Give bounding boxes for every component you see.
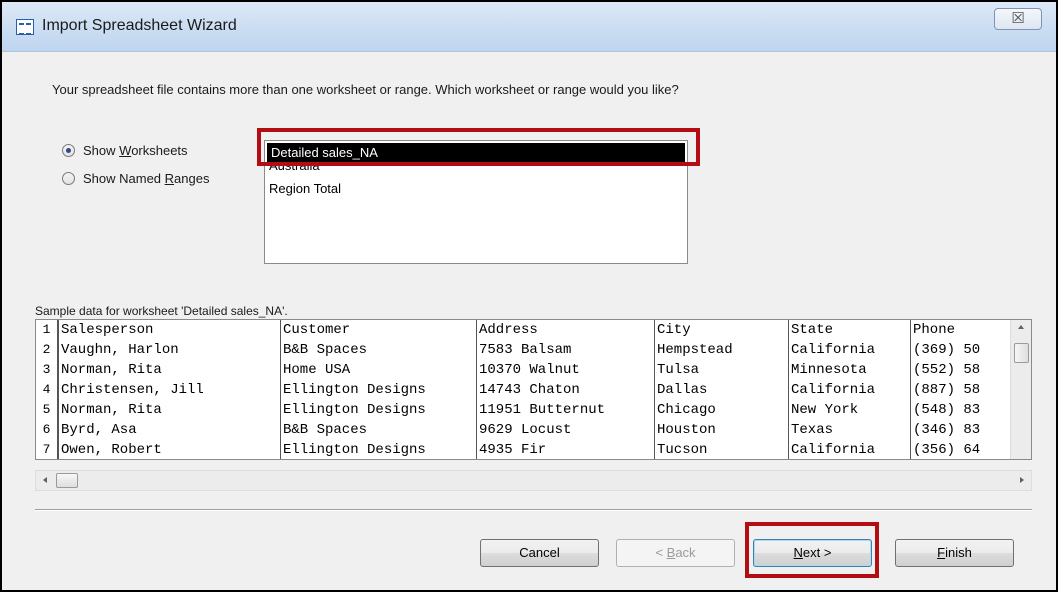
table-row: 6 Byrd, Asa B&B Spaces 9629 Locust Houst… (36, 420, 1011, 440)
table-row: 7 Owen, Robert Ellington Designs 4935 Fi… (36, 440, 1011, 459)
table-cell: Owen, Robert (58, 440, 280, 459)
table-cell: (548) 83 (910, 400, 1011, 420)
scroll-right-icon[interactable] (1020, 477, 1024, 483)
table-cell: (346) 83 (910, 420, 1011, 440)
show-worksheets-label: Show Worksheets (83, 142, 188, 158)
show-worksheets-radio[interactable]: Show Worksheets (62, 140, 188, 160)
table-cell: Phone (910, 320, 1011, 340)
window-title: Import Spreadsheet Wizard (42, 17, 237, 34)
divider (35, 509, 1032, 511)
table-cell: Byrd, Asa (58, 420, 280, 440)
close-button[interactable]: ☒ (994, 8, 1042, 30)
table-cell: Texas (788, 420, 910, 440)
table-cell: 9629 Locust (476, 420, 654, 440)
table-cell: 4935 Fir (476, 440, 654, 459)
horizontal-scrollbar[interactable] (35, 470, 1032, 491)
table-cell: 7583 Balsam (476, 340, 654, 360)
table-cell: Vaughn, Harlon (58, 340, 280, 360)
table-row: 2 Vaughn, Harlon B&B Spaces 7583 Balsam … (36, 340, 1011, 360)
table-cell: (369) 50 (910, 340, 1011, 360)
table-cell: 14743 Chaton (476, 380, 654, 400)
row-number: 7 (36, 440, 58, 459)
vertical-scrollbar[interactable] (1010, 320, 1031, 459)
table-cell: City (654, 320, 788, 340)
scroll-left-icon[interactable] (43, 477, 47, 483)
row-number: 3 (36, 360, 58, 380)
table-cell: Dallas (654, 380, 788, 400)
show-named-ranges-label: Show Named Ranges (83, 170, 210, 186)
table-cell: Norman, Rita (58, 400, 280, 420)
scroll-thumb[interactable] (56, 473, 78, 488)
table-cell: Hempstead (654, 340, 788, 360)
table-cell: Address (476, 320, 654, 340)
close-icon: ☒ (1011, 10, 1025, 27)
show-named-ranges-radio[interactable]: Show Named Ranges (62, 168, 209, 188)
table-cell: State (788, 320, 910, 340)
finish-button[interactable]: Finish (895, 539, 1014, 567)
table-cell: Chicago (654, 400, 788, 420)
wizard-window: Import Spreadsheet Wizard ☒ Your spreads… (0, 0, 1058, 592)
table-cell: New York (788, 400, 910, 420)
table-icon (16, 19, 34, 35)
table-cell: (356) 64 (910, 440, 1011, 459)
table-cell: California (788, 340, 910, 360)
row-number: 6 (36, 420, 58, 440)
worksheet-item[interactable]: Australia (269, 160, 320, 172)
scroll-up-icon[interactable] (1018, 325, 1024, 329)
table-cell: 11951 Butternut (476, 400, 654, 420)
table-cell: Salesperson (58, 320, 280, 340)
worksheet-list[interactable]: Detailed sales_NA Australia Region Total (264, 140, 688, 264)
table-cell: Home USA (280, 360, 476, 380)
table-cell: Minnesota (788, 360, 910, 380)
table-cell: B&B Spaces (280, 420, 476, 440)
row-number: 2 (36, 340, 58, 360)
row-number: 5 (36, 400, 58, 420)
table-cell: B&B Spaces (280, 340, 476, 360)
table-row: 5 Norman, Rita Ellington Designs 11951 B… (36, 400, 1011, 420)
table-cell: Ellington Designs (280, 400, 476, 420)
row-number: 4 (36, 380, 58, 400)
table-cell: Ellington Designs (280, 380, 476, 400)
table-cell: Christensen, Jill (58, 380, 280, 400)
table-cell: California (788, 440, 910, 459)
title-bar: Import Spreadsheet Wizard ☒ (2, 2, 1056, 52)
radio-checked-icon[interactable] (62, 143, 75, 157)
table-cell: Tulsa (654, 360, 788, 380)
worksheet-item-selected[interactable]: Detailed sales_NA (267, 143, 685, 162)
table-cell: Houston (654, 420, 788, 440)
table-row: 4 Christensen, Jill Ellington Designs 14… (36, 380, 1011, 400)
radio-unchecked-icon[interactable] (62, 171, 75, 185)
table-cell: (552) 58 (910, 360, 1011, 380)
table-cell: 10370 Walnut (476, 360, 654, 380)
table-row: 1 Salesperson Customer Address City Stat… (36, 320, 1011, 340)
back-button[interactable]: < Back (616, 539, 735, 567)
table-cell: Customer (280, 320, 476, 340)
row-number: 1 (36, 320, 58, 340)
scroll-thumb[interactable] (1014, 343, 1029, 363)
next-button[interactable]: Next > (753, 539, 872, 567)
worksheet-item[interactable]: Region Total (269, 181, 341, 196)
sample-data-grid[interactable]: 1 Salesperson Customer Address City Stat… (35, 319, 1032, 460)
table-cell: Ellington Designs (280, 440, 476, 459)
cancel-button[interactable]: Cancel (480, 539, 599, 567)
prompt-text: Your spreadsheet file contains more than… (52, 82, 679, 97)
table-cell: California (788, 380, 910, 400)
table-cell: (887) 58 (910, 380, 1011, 400)
sample-data-label: Sample data for worksheet 'Detailed sale… (35, 304, 288, 318)
table-cell: Norman, Rita (58, 360, 280, 380)
table-row: 3 Norman, Rita Home USA 10370 Walnut Tul… (36, 360, 1011, 380)
table-cell: Tucson (654, 440, 788, 459)
